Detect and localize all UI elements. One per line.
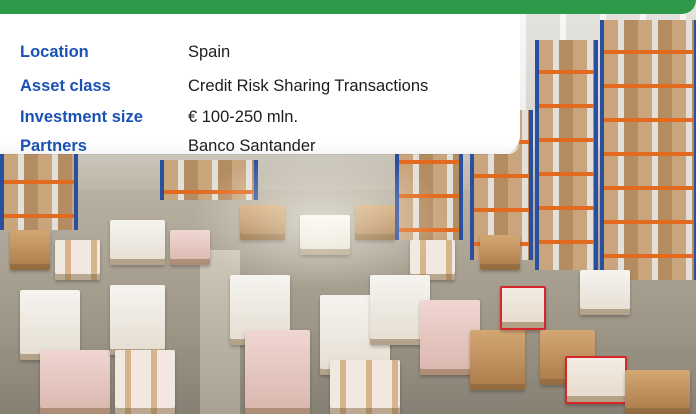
detail-row-location: Location Spain xyxy=(20,40,230,64)
pallet xyxy=(500,286,546,330)
pallet xyxy=(55,240,100,280)
location-value: Spain xyxy=(188,43,231,61)
detail-row-investment-size: Investment size € 100-250 mln. xyxy=(20,105,298,129)
deal-details-card: Location Spain Asset class Credit Risk S… xyxy=(0,14,520,155)
pallet xyxy=(565,356,627,404)
pallet xyxy=(40,350,110,414)
location-label: Location xyxy=(20,43,89,61)
pallet xyxy=(625,370,690,414)
deal-profile-panel: Location Spain Asset class Credit Risk S… xyxy=(0,0,696,414)
storage-rack xyxy=(600,20,696,280)
pallet xyxy=(110,285,165,355)
pallet xyxy=(115,350,175,414)
partners-label: Partners xyxy=(20,137,87,155)
detail-row-partners: Partners Banco Santander xyxy=(20,134,316,158)
detail-row-asset-class: Asset class Credit Risk Sharing Transact… xyxy=(20,74,428,98)
pallet xyxy=(480,235,520,270)
asset-class-label: Asset class xyxy=(20,77,111,95)
investment-size-value: € 100-250 mln. xyxy=(188,108,299,126)
pallet xyxy=(110,220,165,265)
pallet xyxy=(330,360,400,414)
header-accent-bar xyxy=(0,0,696,14)
pallet xyxy=(580,270,630,315)
investment-size-label: Investment size xyxy=(20,108,143,126)
storage-rack xyxy=(535,40,598,270)
storage-rack xyxy=(0,150,78,230)
partners-value: Banco Santander xyxy=(188,137,316,155)
pallet xyxy=(470,330,525,390)
pallet xyxy=(245,330,310,414)
pallet xyxy=(10,230,50,270)
asset-class-value: Credit Risk Sharing Transactions xyxy=(188,77,429,95)
light-glare xyxy=(190,150,450,290)
